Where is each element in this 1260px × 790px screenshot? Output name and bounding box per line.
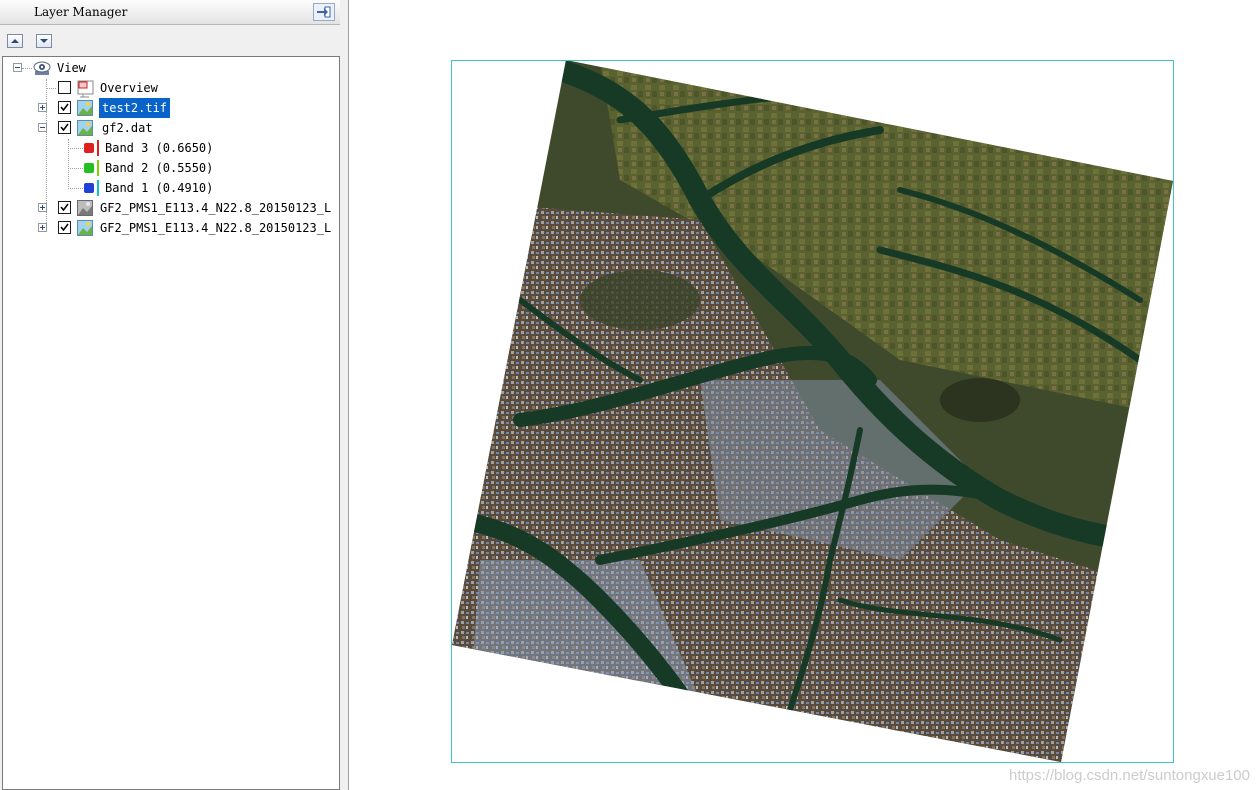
raster-layer-icon: [77, 220, 93, 236]
grayscale-layer-icon: [77, 200, 93, 216]
tree-node-layer-gf2-pms1-b[interactable]: GF2_PMS1_E113.4_N22.8_20150123_L: [3, 218, 339, 238]
tree-node-band-2[interactable]: Band 2 (0.5550): [3, 158, 333, 178]
move-up-button[interactable]: [7, 34, 23, 48]
band-label: Band 1 (0.4910): [105, 181, 214, 195]
green-band-icon: [84, 163, 94, 173]
collapse-toggle[interactable]: [13, 63, 22, 72]
layer-checkbox[interactable]: [58, 221, 71, 234]
band-color-bar: [97, 140, 99, 156]
panel-title: Layer Manager: [34, 5, 128, 19]
blue-band-icon: [84, 183, 94, 193]
tree-node-band-3[interactable]: Band 3 (0.6650): [3, 138, 333, 158]
expand-toggle[interactable]: [38, 203, 47, 212]
move-down-button[interactable]: [36, 34, 52, 48]
layer-checkbox[interactable]: [58, 201, 71, 214]
tree-node-layer-gf2[interactable]: gf2.dat: [3, 118, 333, 138]
raster-layer-icon: [77, 100, 93, 116]
layer-checkbox[interactable]: [58, 121, 71, 134]
tree-node-view[interactable]: View: [3, 58, 333, 78]
tree-node-label: Overview: [100, 81, 158, 95]
red-band-icon: [84, 143, 94, 153]
layer-tree: View Overview test2.tif gf2.dat Band 3 (…: [2, 56, 340, 790]
tree-node-band-1[interactable]: Band 1 (0.4910): [3, 178, 333, 198]
band-label: Band 2 (0.5550): [105, 161, 214, 175]
map-view[interactable]: [348, 0, 1260, 790]
overview-icon: [77, 80, 94, 98]
layer-checkbox[interactable]: [58, 101, 71, 114]
watermark-text: https://blog.csdn.net/suntongxue100: [1008, 767, 1250, 784]
expand-toggle[interactable]: [38, 103, 47, 112]
tree-node-label: gf2.dat: [102, 121, 153, 135]
tree-node-label: View: [57, 61, 86, 75]
panel-titlebar: Layer Manager: [0, 0, 340, 25]
tree-node-label: test2.tif: [99, 98, 171, 118]
map-extent-frame: [451, 60, 1174, 763]
tree-node-overview[interactable]: Overview: [3, 78, 333, 98]
expand-toggle[interactable]: [38, 223, 47, 232]
tree-node-layer-gf2-pms1-a[interactable]: GF2_PMS1_E113.4_N22.8_20150123_L: [3, 198, 339, 218]
collapse-toggle[interactable]: [38, 123, 47, 132]
tree-node-layer-test2[interactable]: test2.tif: [3, 98, 333, 118]
band-color-bar: [97, 180, 99, 196]
overview-checkbox[interactable]: [58, 81, 71, 94]
eye-icon: [33, 60, 51, 76]
tree-node-label: GF2_PMS1_E113.4_N22.8_20150123_L: [100, 201, 332, 215]
band-color-bar: [97, 160, 99, 176]
band-label: Band 3 (0.6650): [105, 141, 214, 155]
pin-icon[interactable]: [313, 3, 335, 21]
tree-node-label: GF2_PMS1_E113.4_N22.8_20150123_L: [100, 221, 332, 235]
raster-layer-icon: [77, 120, 93, 136]
layer-toolbar: [0, 30, 340, 54]
layer-manager-panel: Layer Manager View Overview test2.tif gf…: [0, 0, 349, 790]
